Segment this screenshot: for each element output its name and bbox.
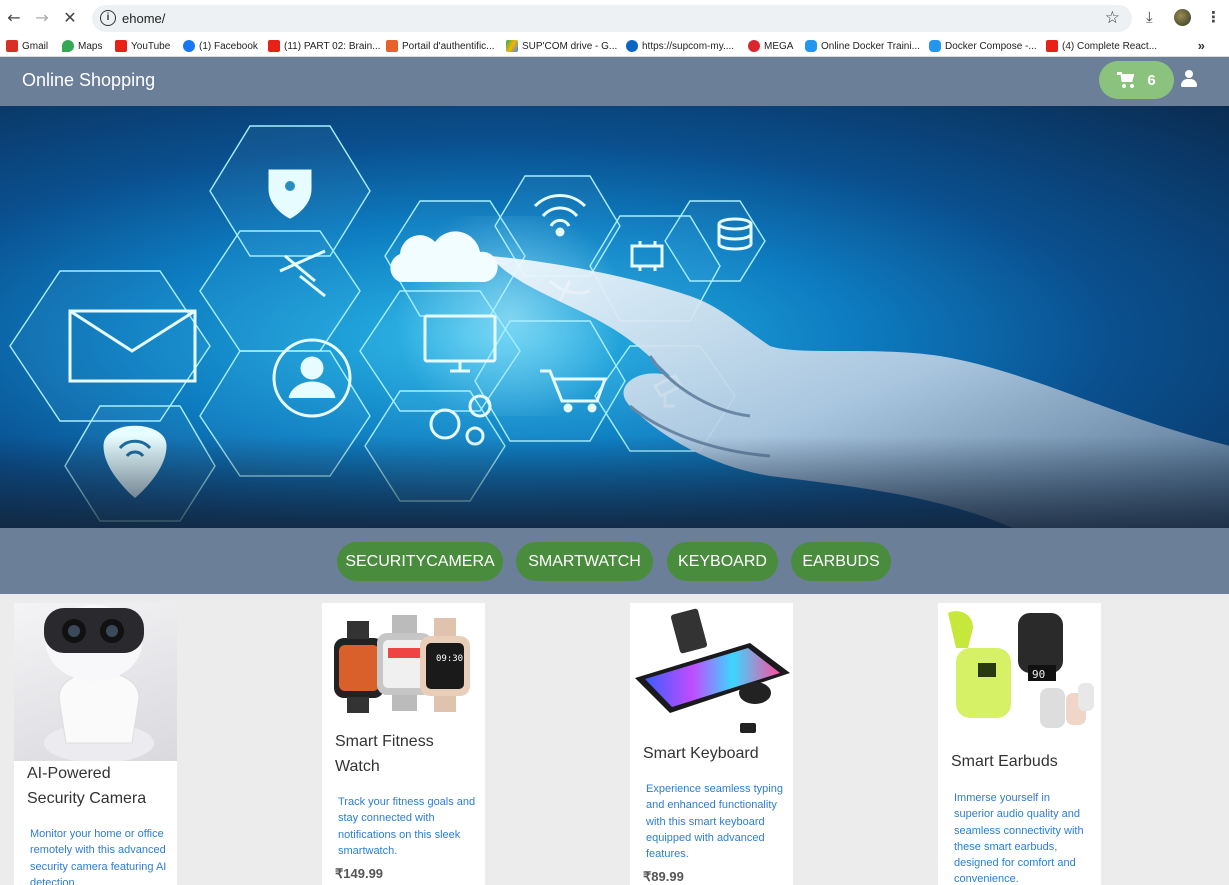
svg-text:90: 90 [1032,668,1045,681]
bookmark-label: YouTube [131,40,171,52]
profile-avatar[interactable] [1174,9,1191,26]
bookmark-mega[interactable]: MEGA [748,40,793,52]
bookmark-docker-compose[interactable]: Docker Compose -... [929,40,1037,52]
bookmark-label: (1) Facebook [199,40,258,52]
product-price: ₹89.99 [643,869,684,884]
user-icon[interactable] [1181,70,1197,90]
forward-icon[interactable]: → [32,8,52,28]
bookmark-label: MEGA [764,40,794,52]
category-earbuds-button[interactable]: EARBUDS [791,542,891,581]
cart-count: 6 [1147,71,1156,89]
bookmark-react[interactable]: (4) Complete React... [1046,40,1157,52]
app-header: Online Shopping 6 [0,57,1229,106]
product-description: Immerse yourself in superior audio quali… [954,792,1084,885]
product-card[interactable]: 09:30 Smart Fitness Watch Track your fit… [322,603,485,885]
bookmark-label: (4) Complete React... [1062,40,1158,52]
svg-text:09:30: 09:30 [436,654,463,664]
back-icon[interactable]: ← [4,8,24,28]
bookmark-gmail[interactable]: Gmail [6,40,48,52]
download-icon[interactable]: ⤓ [1146,8,1153,26]
product-name[interactable]: AI-Powered Security Camera [27,761,167,811]
city-lights-background [0,436,1229,528]
more-bookmarks-icon[interactable]: » [1198,38,1205,53]
bookmark-facebook[interactable]: (1) Facebook [183,40,258,52]
app-title[interactable]: Online Shopping [22,70,155,91]
bookmark-youtube[interactable]: YouTube [115,40,170,52]
bookmarks-bar: Gmail Maps YouTube (1) Facebook (11) PAR… [0,37,1229,57]
security-camera-image [14,603,177,761]
hero-banner [0,106,1229,528]
keyboard-image [630,603,793,741]
category-securitycamera-button[interactable]: SECURITYCAMERA [337,542,503,581]
url-text[interactable]: ehome/ [122,11,165,26]
bookmark-drive[interactable]: SUP'COM drive - G... [506,40,617,52]
stop-icon[interactable]: ✕ [60,8,80,28]
product-name[interactable]: Smart Earbuds [951,749,1091,774]
product-description: Experience seamless typing and enhanced … [646,783,783,861]
info-icon[interactable]: i [100,10,116,26]
docker-icon [929,40,941,52]
product-name[interactable]: Smart Fitness Watch [335,729,475,779]
category-smartwatch-button[interactable]: SMARTWATCH [516,542,653,581]
address-bar[interactable]: i ehome/ ☆ [92,5,1132,32]
bookmark-label: Online Docker Traini... [821,40,920,52]
youtube-icon [115,40,127,52]
bookmark-label: https://supcom-my.... [642,40,735,52]
bookmark-brain[interactable]: (11) PART 02: Brain... [268,40,381,52]
product-price: ₹149.99 [335,866,384,881]
cart-icon [1117,72,1135,88]
cart-button[interactable]: 6 [1099,61,1174,99]
bookmark-docker-training[interactable]: Online Docker Traini... [805,40,920,52]
bookmark-label: Portail d'authentific... [402,40,495,52]
bookmark-maps[interactable]: Maps [62,40,102,52]
gmail-icon [6,40,18,52]
product-description: Track your fitness goals and stay connec… [338,796,476,857]
mega-icon [748,40,760,52]
category-bar: SECURITYCAMERA SMARTWATCH KEYBOARD EARBU… [0,528,1229,594]
bookmark-onedrive[interactable]: https://supcom-my.... [626,40,734,52]
docker-icon [805,40,817,52]
youtube-icon [1046,40,1058,52]
bookmark-label: (11) PART 02: Brain... [284,40,381,52]
product-description: Monitor your home or office remotely wit… [30,828,167,885]
bookmark-label: Docker Compose -... [945,40,1037,52]
product-card[interactable]: 90 Smart Earbuds Immerse yourself in sup… [938,603,1101,885]
maps-icon [62,40,74,52]
shield-icon [386,40,398,52]
cloud-icon [626,40,638,52]
smartwatch-image: 09:30 [322,603,485,718]
earbuds-image: 90 [938,603,1101,748]
menu-kebab-icon[interactable]: ⋮ [1206,8,1221,26]
bookmark-label: Gmail [22,40,49,52]
bookmark-label: Maps [78,40,103,52]
bookmark-star-icon[interactable]: ☆ [1105,8,1120,28]
product-card[interactable]: Smart Keyboard Experience seamless typin… [630,603,793,885]
category-keyboard-button[interactable]: KEYBOARD [667,542,778,581]
facebook-icon [183,40,195,52]
browser-toolbar: ← → ✕ i ehome/ ☆ ⤓ ⋮ [0,0,1229,37]
bookmark-portail[interactable]: Portail d'authentific... [386,40,495,52]
product-name[interactable]: Smart Keyboard [643,741,783,766]
drive-icon [506,40,518,52]
youtube-icon [268,40,280,52]
bookmark-label: SUP'COM drive - G... [522,40,618,52]
product-card[interactable]: AI-Powered Security Camera Monitor your … [14,603,177,885]
